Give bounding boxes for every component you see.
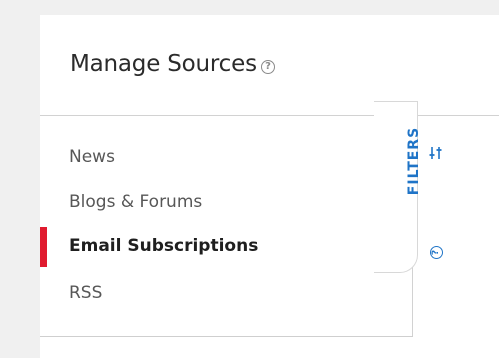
nav-item-blogs-forums[interactable]: Blogs & Forums (69, 192, 202, 212)
manage-sources-panel: Manage Sources ? News Blogs & Forums Ema… (40, 15, 499, 358)
page-title: Manage Sources (70, 51, 257, 77)
nav-item-email-subscriptions[interactable]: Email Subscriptions (69, 236, 258, 256)
filters-label[interactable]: FILTERS (406, 117, 422, 205)
question-circle-icon[interactable]: ? (430, 246, 443, 259)
nav-item-rss[interactable]: RSS (69, 283, 102, 303)
help-icon[interactable]: ? (261, 60, 275, 74)
panel-header: Manage Sources ? (40, 15, 499, 116)
nav-divider (40, 336, 413, 337)
nav-item-news[interactable]: News (69, 147, 115, 167)
sliders-icon[interactable] (428, 146, 444, 160)
active-indicator (40, 227, 47, 267)
source-type-nav: News Blogs & Forums Email Subscriptions … (40, 116, 413, 336)
